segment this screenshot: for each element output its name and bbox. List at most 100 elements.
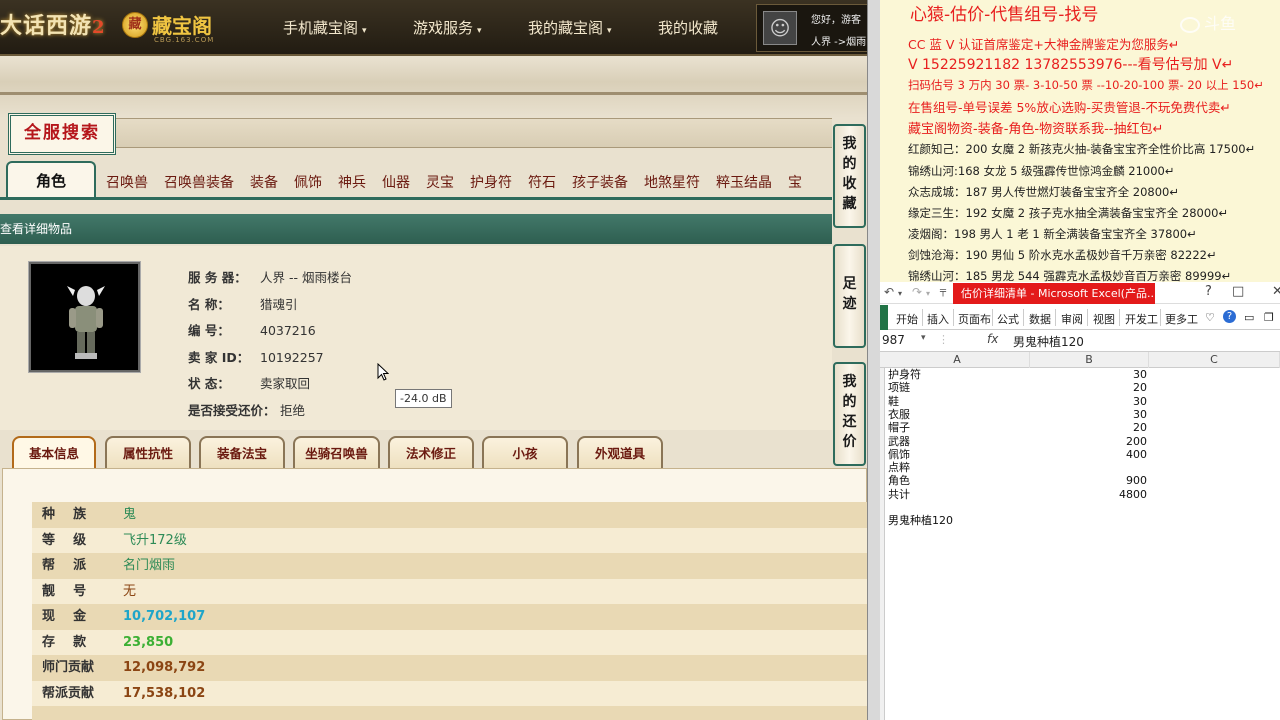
side-tab-char: 我 <box>842 136 857 152</box>
chevron-down-icon[interactable]: ▾ <box>926 289 930 298</box>
help-icon[interactable]: ? <box>1223 310 1236 323</box>
restore-window-icon[interactable]: ❐ <box>1264 311 1274 324</box>
game-logo[interactable]: 大话西游2 <box>0 8 105 48</box>
cell-a[interactable]: 点粹 <box>888 461 910 474</box>
notice-line: 凌烟阁：198 男人 1 老 1 新全满装备宝宝齐全 37800↵ <box>908 227 1197 241</box>
side-tab-footprints[interactable]: 足迹 <box>833 244 866 348</box>
file-tab[interactable] <box>880 305 888 330</box>
cell-b[interactable]: 20 <box>1040 381 1147 394</box>
customize-toolbar-icon[interactable]: ╤ <box>940 286 946 297</box>
restore-icon[interactable]: □ <box>1232 284 1244 299</box>
tab-attributes[interactable]: 属性抗性 <box>105 436 191 470</box>
nav-my-favorites[interactable]: 我的收藏 <box>658 17 718 38</box>
heart-icon[interactable]: ♡ <box>1205 311 1215 324</box>
tab-summon[interactable]: 召唤兽 <box>98 167 156 197</box>
tab-insert[interactable]: 插入 <box>927 311 949 327</box>
notice-line: 红颜知己：200 女魔 2 新孩克火抽-装备宝宝齐全性价比高 17500↵ <box>908 142 1256 156</box>
nav-game-service[interactable]: 游戏服务 ▾ <box>413 17 482 38</box>
nav-my-cbg[interactable]: 我的藏宝阁 ▾ <box>528 17 612 38</box>
tab-spell-modifier[interactable]: 法术修正 <box>388 436 474 470</box>
tab-star-rune[interactable]: 地煞星符 <box>636 167 708 197</box>
info-value: 卖家取回 <box>260 376 311 391</box>
chevron-down-icon: ▾ <box>362 26 367 36</box>
side-tab-char: 价 <box>842 434 857 450</box>
tab-divine-weapon[interactable]: 神兵 <box>330 167 374 197</box>
tab-amulet[interactable]: 护身符 <box>462 167 520 197</box>
column-header-c[interactable]: C <box>1149 352 1280 368</box>
tab-mount-summon[interactable]: 坐骑召唤兽 <box>293 436 380 470</box>
user-box[interactable]: ☺ 您好，游客 人界 ->烟雨 <box>756 4 867 52</box>
tab-treasure[interactable]: 宝 <box>780 167 810 197</box>
undo-icon[interactable]: ↶ <box>884 285 894 299</box>
cell-b[interactable]: 30 <box>1040 368 1147 381</box>
cell-a[interactable]: 帽子 <box>888 421 910 434</box>
cell-a[interactable]: 武器 <box>888 435 910 448</box>
tab-data[interactable]: 数据 <box>1029 311 1051 327</box>
chevron-down-icon[interactable]: ▾ <box>921 333 926 343</box>
tab-equip-magic[interactable]: 装备法宝 <box>199 436 285 470</box>
function-icon[interactable]: fx <box>987 332 998 346</box>
column-header-a[interactable]: A <box>885 352 1030 368</box>
side-tab-my-favorites[interactable]: 我的收藏 <box>833 124 866 228</box>
chevron-down-icon[interactable]: ▾ <box>898 289 902 298</box>
tab-summon-equip[interactable]: 召唤兽装备 <box>156 167 242 197</box>
redo-icon[interactable]: ↷ <box>912 285 922 299</box>
detail-key: 现 金 <box>42 609 87 624</box>
vertical-scrollbar[interactable] <box>867 0 880 720</box>
tab-jade-crystal[interactable]: 粹玉结晶 <box>708 167 780 197</box>
info-value: 拒绝 <box>280 403 306 418</box>
tab-view[interactable]: 视图 <box>1093 311 1115 327</box>
notice-line: 众志成城：187 男人传世燃灯装备宝宝齐全 20800↵ <box>908 185 1179 199</box>
cell-b[interactable]: 200 <box>1040 435 1147 448</box>
tab-developer[interactable]: 开发工 <box>1125 311 1158 327</box>
tab-formulas[interactable]: 公式 <box>997 311 1019 327</box>
help-icon[interactable]: ? <box>1205 284 1212 299</box>
tab-role[interactable]: 角色 <box>6 161 96 197</box>
cell-a[interactable]: 角色 <box>888 474 910 487</box>
cell-b[interactable]: 4800 <box>1040 488 1147 501</box>
formula-input[interactable]: 男鬼种植120 <box>1013 333 1084 350</box>
tab-review[interactable]: 审阅 <box>1061 311 1083 327</box>
info-key: 名 称： <box>188 297 230 312</box>
cell-b[interactable]: 30 <box>1040 395 1147 408</box>
cell-a[interactable]: 项链 <box>888 381 910 394</box>
tab-appearance-items[interactable]: 外观道具 <box>577 436 663 470</box>
info-key: 编 号： <box>188 323 230 338</box>
name-box-value: 987 <box>882 333 905 347</box>
notice-line: 锦绣山河：185 男龙 544 强霹克水孟极妙音百万亲密 89999↵ <box>908 269 1232 282</box>
user-server[interactable]: 人界 ->烟雨 <box>811 33 866 48</box>
tab-accessory[interactable]: 佩饰 <box>286 167 330 197</box>
ribbon-separator <box>1023 309 1024 326</box>
cell-a[interactable]: 佩饰 <box>888 448 910 461</box>
info-key: 是否接受还价： <box>188 403 276 418</box>
tab-rune-stone[interactable]: 符石 <box>520 167 564 197</box>
cell-a[interactable]: 护身符 <box>888 368 921 381</box>
cell-a[interactable]: 衣服 <box>888 408 910 421</box>
tab-more-tools[interactable]: 更多工 <box>1165 311 1198 327</box>
tab-basic-info[interactable]: 基本信息 <box>12 436 96 470</box>
tab-home[interactable]: 开始 <box>896 311 918 327</box>
nav-label: 我的收藏 <box>658 19 719 37</box>
nav-mobile-cbg[interactable]: 手机藏宝阁 ▾ <box>283 17 367 38</box>
tab-child[interactable]: 小孩 <box>482 436 568 470</box>
cell-b[interactable]: 30 <box>1040 408 1147 421</box>
game-logo-text: 大话西游 <box>0 13 93 39</box>
cell-b[interactable]: 400 <box>1040 448 1147 461</box>
cell-b[interactable]: 900 <box>1040 474 1147 487</box>
tab-child-equip[interactable]: 孩子装备 <box>564 167 636 197</box>
cbg-logo[interactable]: 藏 藏宝阁 CBG.163.COM <box>122 10 213 44</box>
tab-equip[interactable]: 装备 <box>242 167 286 197</box>
tab-page-layout[interactable]: 页面布 <box>958 311 991 327</box>
cell-a[interactable]: 共计 <box>888 488 910 501</box>
minimize-ribbon-icon[interactable]: ▭ <box>1244 311 1254 324</box>
tab-spirit-treasure[interactable]: 灵宝 <box>418 167 462 197</box>
cell-b[interactable]: 20 <box>1040 421 1147 434</box>
cell-a[interactable]: 男鬼种植120 <box>888 514 953 527</box>
cell-a[interactable]: 鞋 <box>888 395 899 408</box>
column-header-b[interactable]: B <box>1030 352 1149 368</box>
side-tab-my-counteroffers[interactable]: 我的还价 <box>833 362 866 466</box>
detail-row: 现 金 10,702,107 <box>32 604 867 630</box>
tab-immortal-item[interactable]: 仙器 <box>374 167 418 197</box>
name-box[interactable]: 987 ▾ <box>882 333 926 347</box>
close-icon[interactable]: ✕ <box>1272 284 1280 299</box>
